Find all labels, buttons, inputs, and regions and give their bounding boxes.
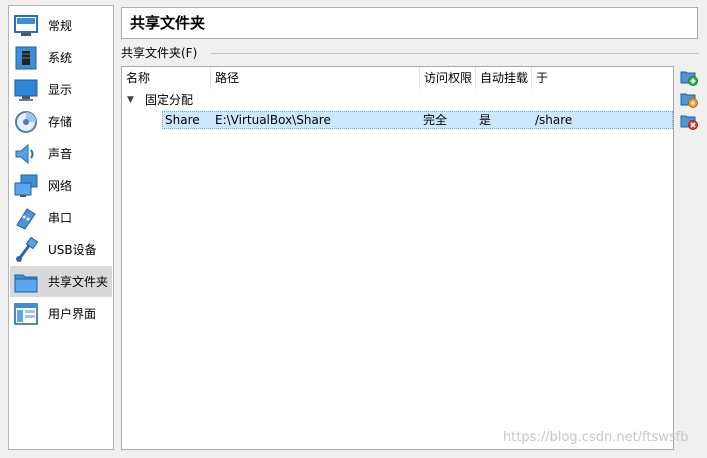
display-icon — [14, 79, 38, 101]
shared-folders-tree[interactable]: 名称 路径 访问权限 自动挂载 于 ▼ 固定分配 Share E:\Virtua… — [121, 66, 674, 450]
network-icon — [14, 174, 38, 197]
column-header-automount[interactable]: 自动挂载 — [476, 67, 532, 89]
sidebar-item-usb[interactable]: USB设备 — [10, 234, 112, 265]
sidebar-item-label: 系统 — [48, 51, 73, 65]
shared-folder-icon — [14, 274, 38, 292]
user-interface-icon — [14, 302, 38, 325]
settings-sidebar: 常规 系统 显示 存储 声音 网络 串口 USB设备 共享文件夹 用户界面 — [8, 5, 114, 450]
group-label: 共享文件夹(F) — [121, 46, 198, 60]
sidebar-item-serial-port[interactable]: 串口 — [10, 202, 112, 233]
remove-shared-folder-icon[interactable] — [680, 112, 698, 130]
column-header-access[interactable]: 访问权限 — [420, 67, 476, 89]
sidebar-item-label: 存储 — [48, 115, 73, 129]
usb-icon — [16, 236, 39, 262]
sidebar-item-general[interactable]: 常规 — [10, 10, 112, 41]
sidebar-item-label: 声音 — [48, 147, 73, 161]
sound-icon — [15, 143, 34, 164]
sidebar-item-label: 显示 — [48, 83, 73, 97]
cell-access: 完全 — [423, 113, 448, 127]
sidebar-item-shared-folders[interactable]: 共享文件夹 — [10, 266, 112, 297]
shared-folders-group: 共享文件夹(F) — [121, 45, 699, 61]
chevron-down-icon[interactable]: ▼ — [127, 91, 139, 109]
general-icon — [14, 14, 38, 36]
sidebar-item-system[interactable]: 系统 — [10, 42, 112, 73]
edit-shared-folder-icon[interactable] — [680, 90, 698, 108]
sidebar-item-storage[interactable]: 存储 — [10, 106, 112, 137]
column-header-at[interactable]: 于 — [532, 67, 673, 89]
cell-name: Share — [165, 113, 200, 127]
page-title: 共享文件夹 — [121, 7, 698, 39]
watermark: https://blog.csdn.net/ftswsfb — [503, 430, 689, 445]
sidebar-item-network[interactable]: 网络 — [10, 170, 112, 201]
sidebar-item-label: 串口 — [48, 211, 73, 225]
table-row[interactable]: Share E:\VirtualBox\Share 完全 是 /share — [162, 111, 673, 129]
sidebar-item-sound[interactable]: 声音 — [10, 138, 112, 169]
column-header-path[interactable]: 路径 — [211, 67, 420, 89]
tree-group-row[interactable]: ▼ 固定分配 — [122, 91, 673, 109]
sidebar-item-label: 共享文件夹 — [48, 275, 109, 289]
cell-automount: 是 — [479, 113, 492, 127]
tree-group-label: 固定分配 — [145, 93, 194, 107]
add-shared-folder-icon[interactable] — [680, 68, 698, 86]
cell-mount-point: /share — [535, 113, 573, 127]
system-icon — [15, 46, 37, 69]
sidebar-item-label: 常规 — [48, 19, 73, 33]
sidebar-item-display[interactable]: 显示 — [10, 74, 112, 105]
sidebar-item-label: USB设备 — [48, 243, 97, 257]
sidebar-item-label: 用户界面 — [48, 307, 97, 321]
sidebar-item-user-interface[interactable]: 用户界面 — [10, 298, 112, 329]
cell-path: E:\VirtualBox\Share — [215, 113, 331, 127]
sidebar-item-label: 网络 — [48, 179, 73, 193]
column-header-name[interactable]: 名称 — [122, 67, 211, 89]
serial-port-icon — [16, 207, 36, 230]
storage-icon — [15, 110, 37, 133]
divider — [211, 53, 699, 54]
table-header: 名称 路径 访问权限 自动挂载 于 — [122, 67, 673, 89]
